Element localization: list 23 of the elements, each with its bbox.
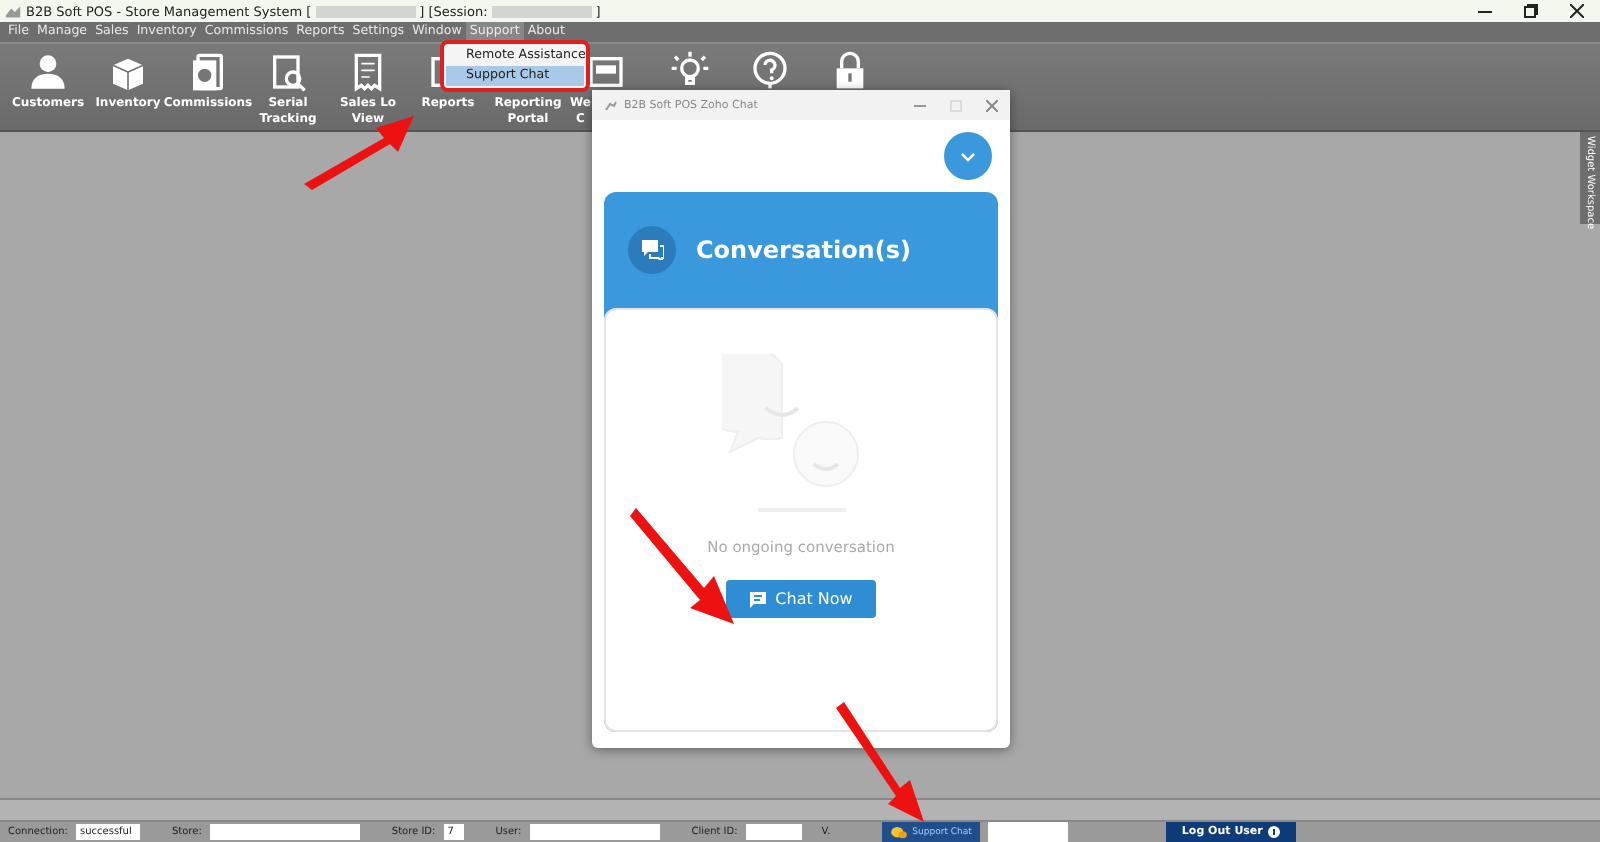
- status-field: [745, 824, 802, 840]
- restore-icon: [1524, 4, 1538, 18]
- chat-icon: [749, 591, 766, 607]
- conversations-heading: Conversation(s): [696, 236, 911, 264]
- chat-now-button[interactable]: Chat Now: [725, 580, 877, 618]
- status-field: [529, 824, 660, 840]
- redacted-block: [315, 5, 416, 17]
- chevron-down-icon: [960, 151, 976, 161]
- minimize-icon: [914, 99, 926, 111]
- redacted-block: [491, 5, 592, 17]
- collapse-button[interactable]: [944, 132, 992, 180]
- person-icon: [28, 52, 68, 92]
- coins-icon: [188, 52, 228, 92]
- help-icon: [750, 50, 790, 90]
- close-icon: [986, 99, 998, 111]
- lightbulb-icon: [670, 50, 710, 90]
- magnifier-document-icon: [268, 52, 308, 92]
- power-icon: [1268, 826, 1281, 838]
- close-icon: [1570, 4, 1584, 18]
- chat-bubbles-icon: [890, 825, 909, 839]
- app-logo-icon: [604, 99, 618, 111]
- status-field: [987, 822, 1068, 842]
- chat-icon: [641, 240, 663, 260]
